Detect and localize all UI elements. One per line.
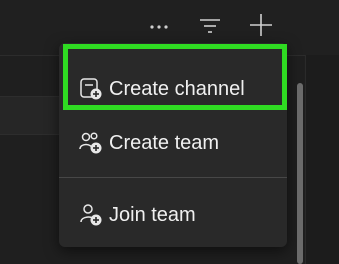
background-right-panel: [305, 55, 339, 264]
background-list-row: [0, 97, 60, 135]
create-team-label: Create team: [109, 131, 220, 154]
create-channel-menu-item[interactable]: Create channel: [67, 67, 279, 111]
filter-icon[interactable]: [197, 12, 223, 38]
background-divider: [0, 134, 60, 135]
more-options-icon[interactable]: [146, 12, 172, 38]
create-team-menu-item[interactable]: Create team: [67, 121, 279, 165]
background-divider: [0, 96, 60, 97]
join-team-icon: [77, 201, 105, 229]
create-team-icon: [77, 129, 105, 157]
scrollbar[interactable]: [297, 83, 303, 264]
add-icon[interactable]: [248, 12, 274, 38]
menu-divider: [59, 177, 287, 178]
create-channel-label: Create channel: [109, 77, 245, 100]
join-team-menu-item[interactable]: Join team: [67, 193, 279, 237]
add-menu-dropdown: Create channel Create team Join team: [59, 43, 287, 247]
join-team-label: Join team: [109, 203, 196, 226]
create-channel-icon: [77, 75, 105, 103]
